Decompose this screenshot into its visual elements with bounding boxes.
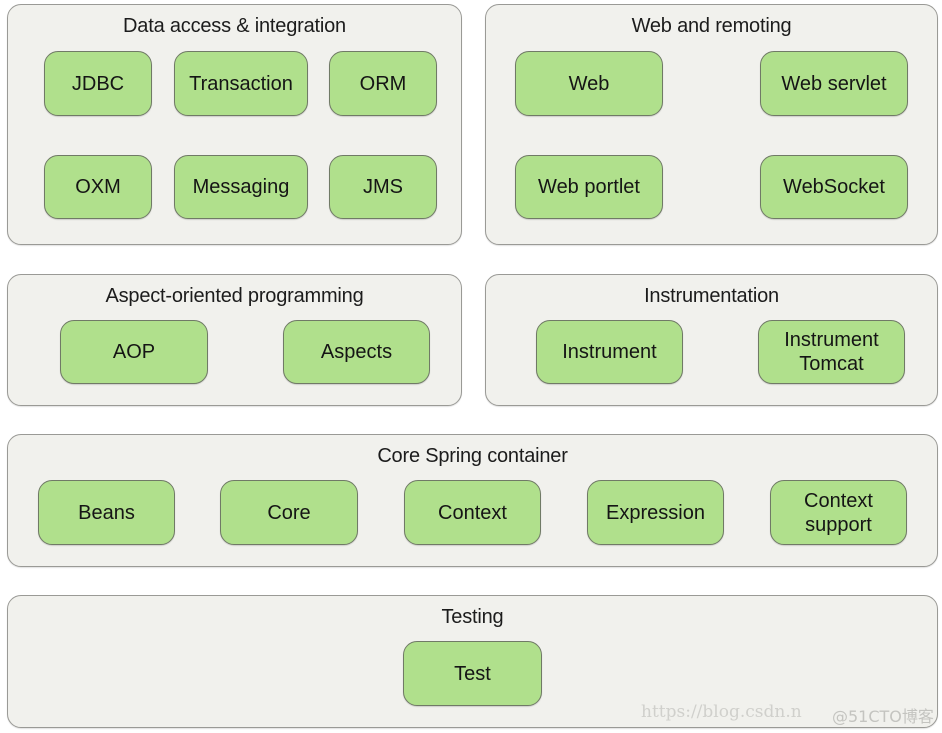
module-label: Web portlet (538, 176, 640, 198)
module-label: Instrument Tomcat (784, 329, 879, 375)
module-context[interactable]: Context (404, 480, 541, 545)
module-label: Context support (804, 489, 873, 536)
module-instrument[interactable]: Instrument (536, 320, 683, 384)
panel-title: Core Spring container (377, 445, 568, 467)
module-label: WebSocket (783, 176, 885, 198)
module-jms[interactable]: JMS (329, 155, 437, 219)
module-label: Context (438, 501, 507, 524)
module-label: Instrument (562, 341, 657, 363)
module-messaging[interactable]: Messaging (174, 155, 308, 219)
watermark-brand: @51CTO博客 (832, 707, 934, 726)
module-label: ORM (359, 72, 407, 95)
module-websocket[interactable]: WebSocket (760, 155, 908, 219)
panel-title: Web and remoting (631, 15, 792, 37)
module-label: Core (267, 501, 311, 524)
module-label: Beans (78, 501, 135, 524)
module-transaction[interactable]: Transaction (174, 51, 308, 116)
module-expression[interactable]: Expression (587, 480, 724, 545)
module-label: JDBC (71, 72, 125, 95)
module-jdbc[interactable]: JDBC (44, 51, 152, 116)
module-label: OXM (75, 176, 121, 198)
module-label: Transaction (189, 72, 293, 95)
module-label: Web servlet (781, 72, 887, 95)
module-label: Test (454, 662, 491, 685)
module-label: Aspects (320, 341, 393, 363)
watermark-url: https://blog.csdn.n (641, 702, 802, 722)
module-context-support[interactable]: Context support (770, 480, 907, 545)
module-core[interactable]: Core (220, 480, 358, 545)
module-test[interactable]: Test (403, 641, 542, 706)
panel-title: Instrumentation (644, 285, 779, 307)
module-label: Web (568, 72, 610, 95)
module-aspects[interactable]: Aspects (283, 320, 430, 384)
module-web-portlet[interactable]: Web portlet (515, 155, 663, 219)
module-web[interactable]: Web (515, 51, 663, 116)
module-label: Expression (606, 501, 705, 524)
module-label: AOP (112, 341, 156, 363)
panel-title: Aspect-oriented programming (105, 285, 364, 307)
module-web-servlet[interactable]: Web servlet (760, 51, 908, 116)
module-label: Messaging (192, 176, 290, 198)
module-beans[interactable]: Beans (38, 480, 175, 545)
panel-title: Testing (441, 606, 504, 628)
module-label: JMS (363, 176, 403, 198)
panel-title: Data access & integration (123, 15, 346, 37)
module-orm[interactable]: ORM (329, 51, 437, 116)
module-instrument-tomcat[interactable]: Instrument Tomcat (758, 320, 905, 384)
module-aop[interactable]: AOP (60, 320, 208, 384)
module-oxm[interactable]: OXM (44, 155, 152, 219)
